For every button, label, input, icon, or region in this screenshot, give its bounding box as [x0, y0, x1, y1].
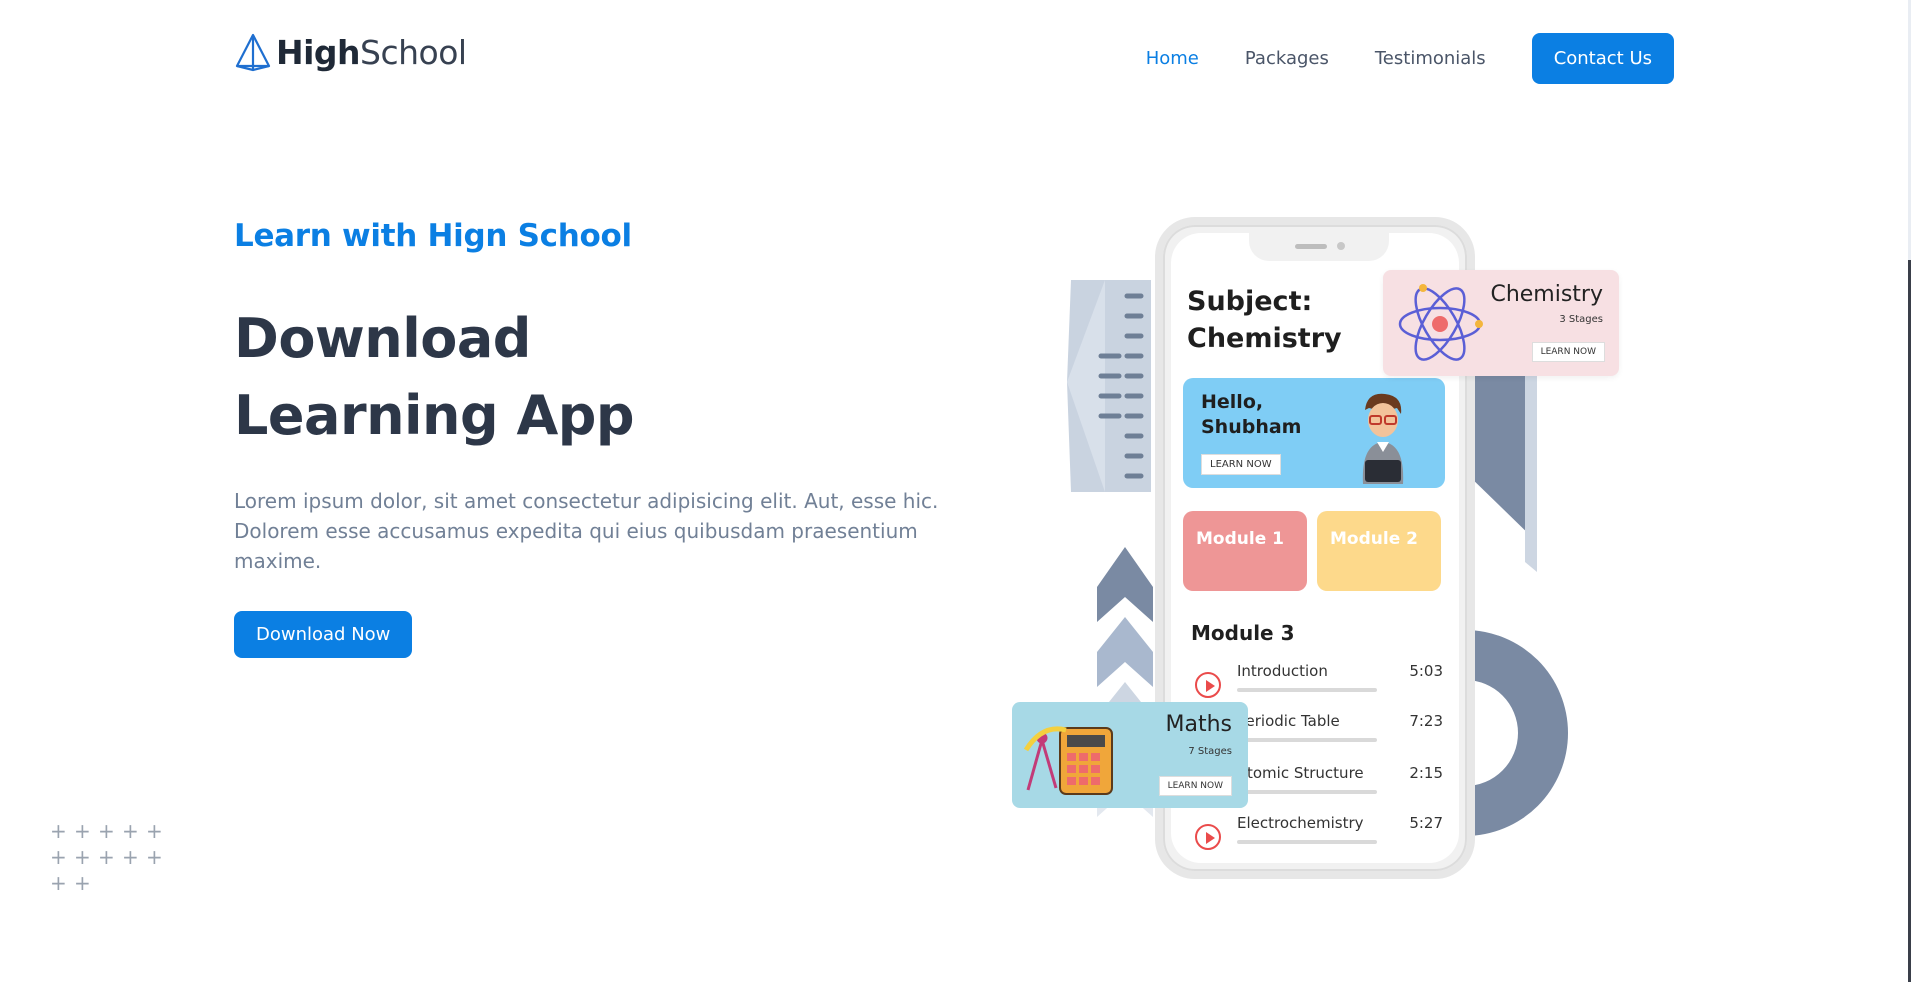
atom-icon	[1398, 284, 1483, 361]
greeting-text: Hello, Shubham	[1201, 391, 1302, 438]
nav-home[interactable]: Home	[1146, 48, 1199, 69]
hero-title-line-1: Download	[234, 307, 531, 370]
maths-learn-now-button: LEARN NOW	[1158, 776, 1232, 796]
lesson-progress	[1237, 790, 1377, 794]
plus-icon: +	[74, 819, 91, 843]
lesson-time: 7:23	[1409, 712, 1443, 730]
plus-icon: +	[50, 819, 67, 843]
landing-page: HighSchool Home Packages Testimonials Co…	[0, 0, 1911, 982]
subject-title: Subject: Chemistry	[1187, 286, 1342, 354]
logo[interactable]: HighSchool	[234, 32, 467, 72]
module-3-title: Module 3	[1191, 621, 1295, 645]
plus-icon: +	[50, 871, 67, 895]
lesson-time: 5:03	[1409, 662, 1443, 680]
hero-title: Download Learning App	[234, 300, 635, 454]
plus-icon: +	[122, 819, 139, 843]
plus-icon: +	[146, 845, 163, 869]
phone-notch	[1249, 233, 1389, 261]
module-2-card: Module 2	[1317, 511, 1441, 591]
hero-illustration: Subject: Chemistry Hello, Shubham LEARN …	[1005, 212, 1625, 879]
logo-text: HighSchool	[276, 32, 467, 72]
lesson-time: 2:15	[1409, 764, 1443, 782]
hero-kicker: Learn with Hign School	[234, 218, 632, 254]
chemistry-card-title: Chemistry	[1490, 282, 1603, 307]
maths-card: Maths 7 Stages LEARN NOW	[1012, 702, 1248, 808]
nav-packages[interactable]: Packages	[1245, 48, 1329, 69]
plus-icon: +	[122, 845, 139, 869]
calculator-icon	[1023, 726, 1113, 795]
plus-icon: +	[74, 871, 91, 895]
play-icon	[1195, 824, 1221, 850]
lesson-name: Introduction	[1237, 662, 1328, 680]
chemistry-learn-now-button: LEARN NOW	[1531, 342, 1605, 362]
plus-icon: +	[146, 819, 163, 843]
hero-title-line-2: Learning App	[234, 377, 635, 454]
main-nav: Home Packages Testimonials Contact Us	[1146, 33, 1674, 84]
download-now-button[interactable]: Download Now	[234, 611, 413, 658]
plus-icon: +	[74, 845, 91, 869]
logo-pyramid-icon	[235, 33, 271, 72]
lesson-time: 5:27	[1409, 814, 1443, 832]
plus-pattern: + + + + + + + + + + + +	[50, 820, 170, 894]
plus-icon: +	[98, 819, 115, 843]
lesson-progress	[1237, 840, 1377, 844]
lesson-item: Introduction 5:03	[1195, 662, 1443, 706]
chemistry-card-stages: 3 Stages	[1559, 314, 1603, 325]
lesson-progress	[1237, 738, 1377, 742]
lesson-name: Electrochemistry	[1237, 814, 1364, 832]
nav-testimonials[interactable]: Testimonials	[1375, 48, 1486, 69]
greeting-card: Hello, Shubham LEARN NOW	[1183, 378, 1445, 488]
chemistry-card: Chemistry 3 Stages LEARN NOW	[1383, 270, 1619, 376]
plus-icon: +	[50, 845, 67, 869]
module-1-card: Module 1	[1183, 511, 1307, 591]
maths-card-title: Maths	[1165, 712, 1233, 737]
play-icon	[1195, 672, 1221, 698]
lesson-progress	[1237, 688, 1377, 692]
lesson-name: Atomic Structure	[1237, 764, 1364, 782]
maths-card-stages: 7 Stages	[1188, 746, 1232, 757]
plus-icon: +	[98, 845, 115, 869]
lesson-item: Electrochemistry 5:27	[1195, 814, 1443, 858]
hero-description: Lorem ipsum dolor, sit amet consectetur …	[234, 489, 939, 573]
learn-now-button: LEARN NOW	[1201, 454, 1281, 475]
lesson-name: Periodic Table	[1237, 712, 1340, 730]
avatar-icon	[1362, 393, 1404, 484]
navbar: HighSchool Home Packages Testimonials Co…	[234, 30, 1674, 86]
contact-us-button[interactable]: Contact Us	[1531, 33, 1674, 84]
